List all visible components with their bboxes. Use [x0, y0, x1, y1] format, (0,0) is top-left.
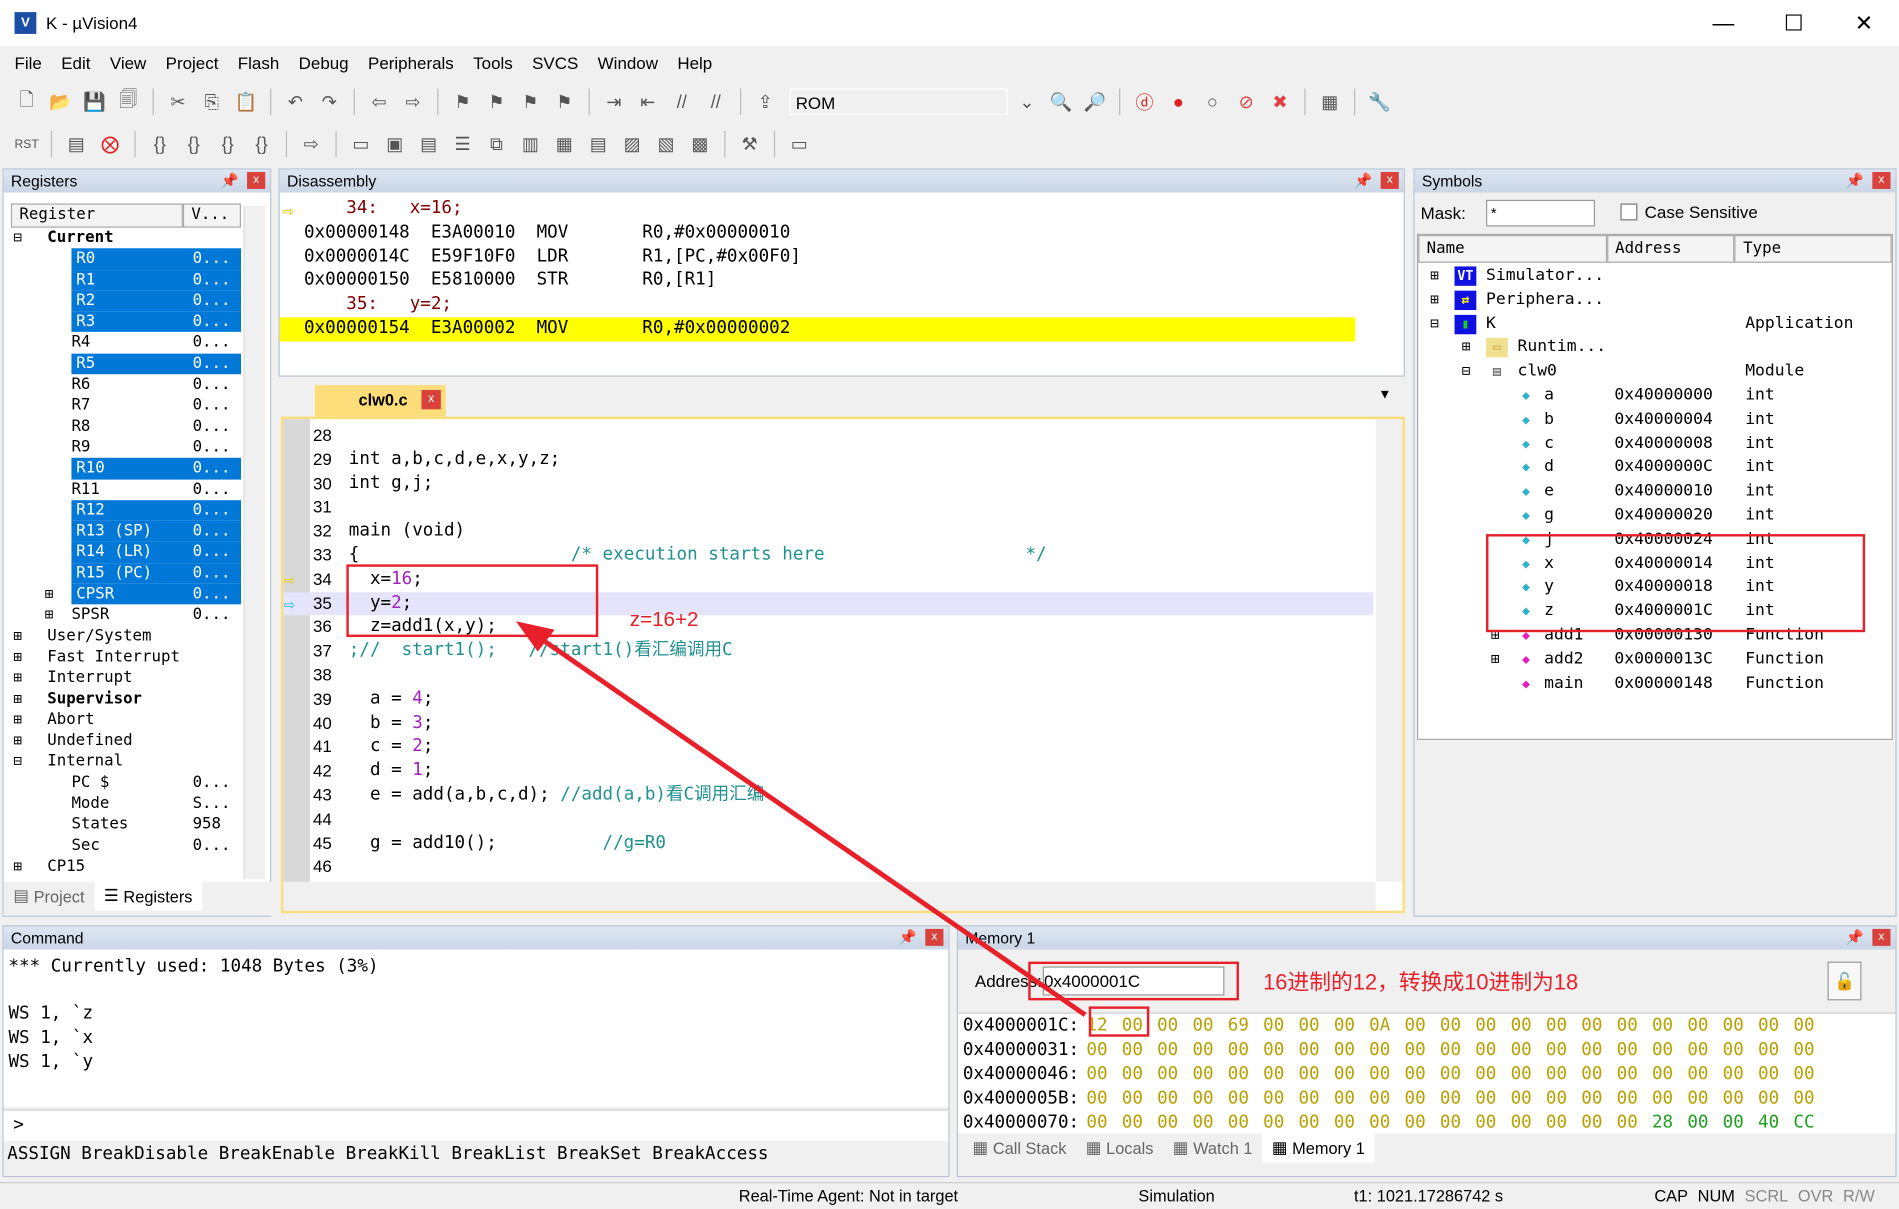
annotation-box-code [346, 564, 599, 638]
annotation-arrow-line [526, 627, 1087, 1017]
annotation-box-byte [1088, 1006, 1150, 1037]
annotation-hex-note: 16进制的12，转换成10进制为18 [1263, 970, 1579, 995]
annotation-box-address [1028, 961, 1239, 1001]
annotation-box-symbols [1486, 534, 1866, 633]
annotation-sum: z=16+2 [629, 607, 699, 631]
annotation-overlay [346, 534, 1866, 1037]
